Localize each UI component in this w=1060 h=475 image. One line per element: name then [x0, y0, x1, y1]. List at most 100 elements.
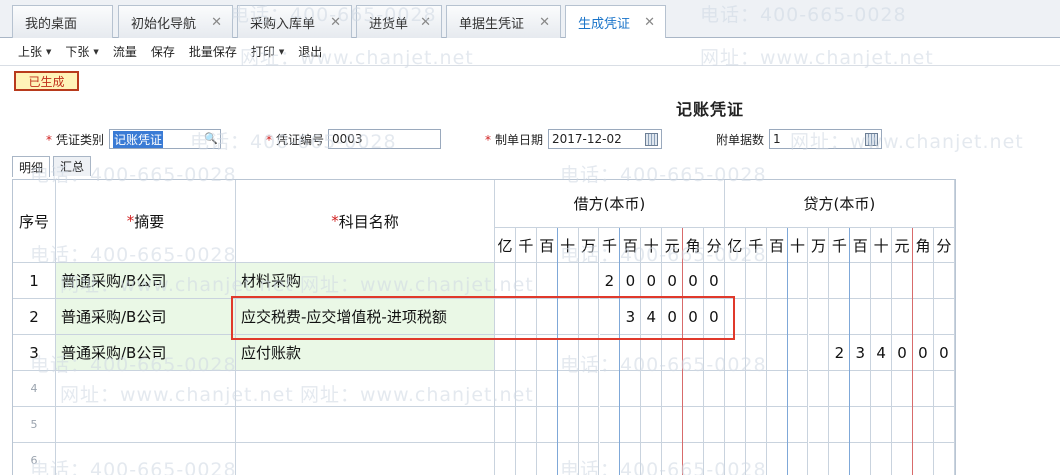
- credit-digit[interactable]: [933, 299, 955, 335]
- tab-generate-voucher[interactable]: 生成凭证 ✕: [565, 5, 666, 39]
- credit-digit[interactable]: [766, 371, 788, 407]
- debit-digit[interactable]: [495, 335, 516, 371]
- debit-digit[interactable]: 0: [683, 263, 704, 299]
- tab-desktop[interactable]: 我的桌面: [12, 5, 113, 38]
- credit-digit[interactable]: [724, 335, 746, 371]
- debit-digit[interactable]: 2: [599, 263, 621, 299]
- debit-digit[interactable]: [704, 443, 725, 475]
- credit-digit[interactable]: [933, 263, 955, 299]
- debit-digit[interactable]: [536, 299, 558, 335]
- row-summary[interactable]: 普通采购/B公司: [56, 263, 236, 299]
- debit-digit[interactable]: [578, 407, 600, 443]
- debit-digit[interactable]: [495, 263, 516, 299]
- batch-save-button[interactable]: 批量保存: [182, 38, 244, 66]
- credit-digit[interactable]: [892, 407, 913, 443]
- debit-digit[interactable]: [495, 407, 516, 443]
- debit-digit[interactable]: [704, 371, 725, 407]
- attachments-input[interactable]: 1: [769, 129, 882, 149]
- debit-digit[interactable]: [599, 335, 621, 371]
- credit-digit[interactable]: [808, 335, 830, 371]
- row-account[interactable]: 应交税费-应交增值税-进项税额: [236, 299, 495, 335]
- credit-digit[interactable]: 3: [850, 335, 872, 371]
- credit-digit[interactable]: [745, 299, 767, 335]
- close-icon[interactable]: ✕: [211, 15, 222, 30]
- save-button[interactable]: 保存: [144, 38, 182, 66]
- close-icon[interactable]: ✕: [420, 15, 431, 30]
- debit-digit[interactable]: [599, 371, 621, 407]
- debit-digit[interactable]: [641, 407, 663, 443]
- debit-digit[interactable]: [536, 407, 558, 443]
- debit-digit[interactable]: [557, 263, 579, 299]
- credit-digit[interactable]: [934, 443, 955, 475]
- credit-digit[interactable]: [766, 407, 788, 443]
- credit-digit[interactable]: [766, 263, 788, 299]
- debit-digit[interactable]: [558, 443, 579, 475]
- debit-digit[interactable]: [683, 371, 704, 407]
- debit-digit[interactable]: [578, 263, 600, 299]
- credit-digit[interactable]: [871, 263, 893, 299]
- credit-digit[interactable]: [725, 443, 746, 475]
- debit-digit[interactable]: [683, 443, 704, 475]
- row-summary[interactable]: [56, 443, 236, 475]
- debit-digit[interactable]: [641, 335, 663, 371]
- voucher-type-input[interactable]: 记账凭证 🔍: [109, 129, 221, 149]
- debit-digit[interactable]: [557, 335, 579, 371]
- search-icon[interactable]: 🔍: [204, 132, 218, 146]
- credit-digit[interactable]: [829, 443, 851, 475]
- credit-digit[interactable]: [724, 407, 746, 443]
- credit-digit[interactable]: [808, 407, 830, 443]
- credit-digit[interactable]: [850, 407, 872, 443]
- debit-digit[interactable]: 3: [620, 299, 642, 335]
- debit-digit[interactable]: [495, 371, 516, 407]
- credit-digit[interactable]: [829, 371, 851, 407]
- credit-digit[interactable]: [745, 407, 767, 443]
- debit-digit[interactable]: [537, 443, 558, 475]
- debit-digit[interactable]: 0: [662, 263, 684, 299]
- credit-digit[interactable]: [850, 443, 872, 475]
- tab-doc-to-voucher[interactable]: 单据生凭证 ✕: [446, 5, 561, 38]
- prev-button[interactable]: 上张 ▼: [11, 38, 58, 66]
- exit-button[interactable]: 退出: [291, 38, 329, 66]
- row-summary[interactable]: 普通采购/B公司: [56, 335, 236, 371]
- credit-digit[interactable]: [913, 407, 934, 443]
- debit-digit[interactable]: [662, 407, 684, 443]
- calendar-icon[interactable]: [645, 133, 658, 146]
- debit-digit[interactable]: 0: [704, 263, 725, 299]
- debit-digit[interactable]: [578, 299, 600, 335]
- debit-digit[interactable]: [704, 407, 725, 443]
- debit-digit[interactable]: [515, 407, 537, 443]
- credit-digit[interactable]: [745, 263, 767, 299]
- cashflow-button[interactable]: 流量: [106, 38, 144, 66]
- credit-digit[interactable]: [871, 371, 893, 407]
- credit-digit[interactable]: [871, 407, 893, 443]
- credit-digit[interactable]: [808, 299, 830, 335]
- debit-digit[interactable]: [662, 371, 684, 407]
- credit-digit[interactable]: [809, 443, 830, 475]
- credit-digit[interactable]: [850, 299, 872, 335]
- row-account[interactable]: [236, 371, 495, 407]
- debit-digit[interactable]: 0: [704, 299, 725, 335]
- debit-digit[interactable]: [683, 407, 704, 443]
- credit-digit[interactable]: [829, 407, 851, 443]
- debit-digit[interactable]: [515, 371, 537, 407]
- debit-digit[interactable]: [641, 371, 663, 407]
- tab-purchase-receipt[interactable]: 采购入库单 ✕: [237, 5, 352, 38]
- row-account[interactable]: 材料采购: [236, 263, 495, 299]
- subtab-summary[interactable]: 汇总: [53, 156, 91, 176]
- credit-digit[interactable]: [808, 263, 830, 299]
- row-summary[interactable]: [56, 407, 236, 443]
- credit-digit[interactable]: [746, 443, 767, 475]
- debit-digit[interactable]: [557, 407, 579, 443]
- debit-digit[interactable]: [599, 299, 621, 335]
- credit-digit[interactable]: [829, 299, 851, 335]
- print-button[interactable]: 打印 ▼: [244, 38, 291, 66]
- debit-digit[interactable]: [620, 407, 642, 443]
- debit-digit[interactable]: [495, 443, 516, 475]
- debit-digit[interactable]: [557, 299, 579, 335]
- credit-digit[interactable]: [892, 299, 913, 335]
- credit-digit[interactable]: [787, 407, 809, 443]
- debit-digit[interactable]: [620, 371, 642, 407]
- credit-digit[interactable]: [871, 299, 893, 335]
- credit-digit[interactable]: [913, 299, 934, 335]
- date-input[interactable]: 2017-12-02: [548, 129, 662, 149]
